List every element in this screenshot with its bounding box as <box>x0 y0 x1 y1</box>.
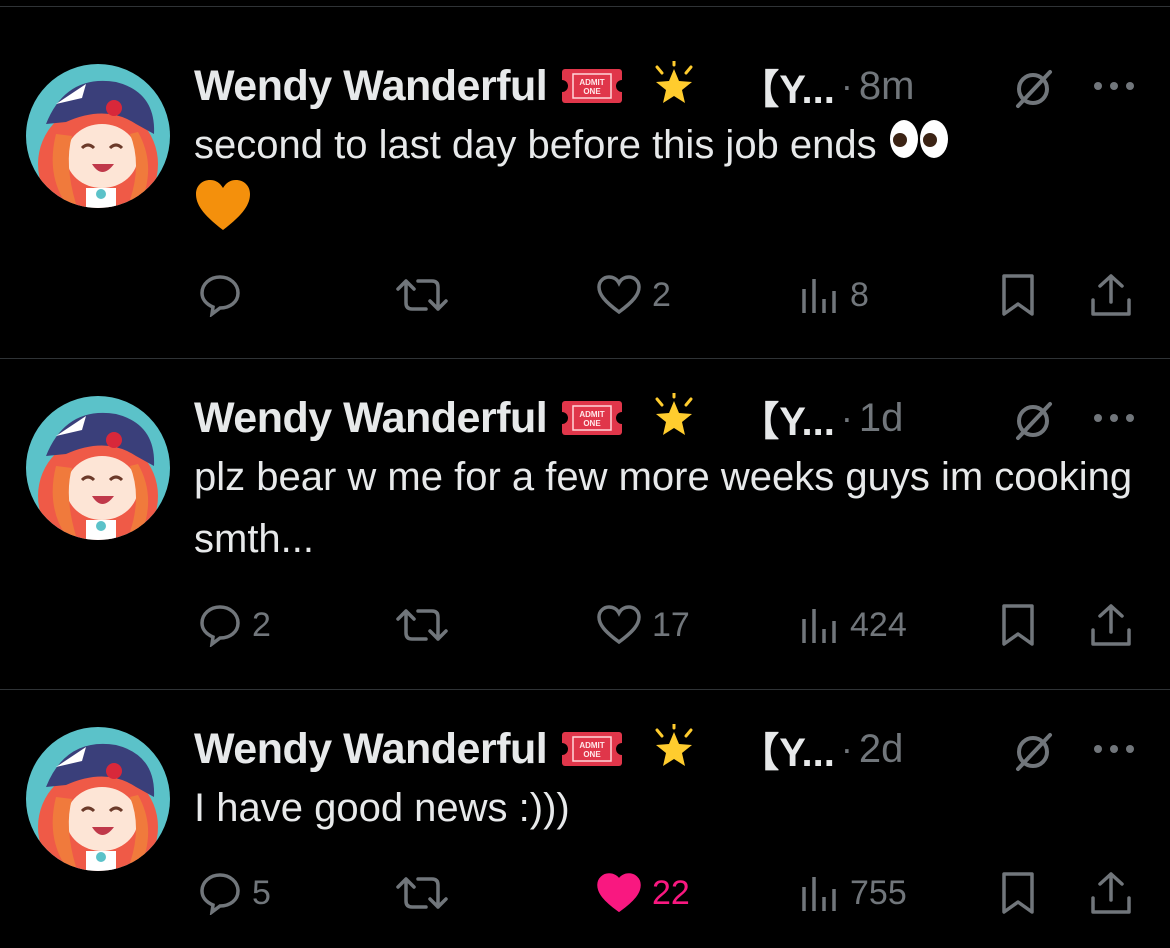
avatar[interactable] <box>26 396 170 540</box>
views-count: 424 <box>850 605 907 644</box>
reply-icon <box>200 605 240 647</box>
more-icon[interactable] <box>1090 406 1138 430</box>
views-icon <box>802 877 836 911</box>
bookmark-icon <box>1002 604 1034 646</box>
separator-dot: · <box>840 65 853 106</box>
retweet-icon <box>396 609 448 641</box>
svg-text:ONE: ONE <box>584 419 602 428</box>
retweet-icon <box>396 877 448 909</box>
bookmark-button[interactable] <box>998 865 1038 921</box>
like-icon-filled <box>597 873 641 913</box>
bookmark-button[interactable] <box>998 267 1038 323</box>
grok-icon[interactable] <box>1010 398 1056 444</box>
views-icon <box>802 609 836 643</box>
like-count: 2 <box>652 275 671 314</box>
like-button[interactable]: 17 <box>596 597 690 653</box>
share-icon <box>1091 872 1131 914</box>
reply-button[interactable]: 2 <box>198 597 271 653</box>
tweet-text: plz bear w me for a few more weeks guys … <box>194 455 1133 561</box>
timestamp[interactable]: 2d <box>859 727 904 772</box>
glowing-star-icon <box>649 61 699 111</box>
grok-icon[interactable] <box>1010 729 1056 775</box>
tweet-text-content: second to last day before this job ends <box>194 123 877 167</box>
svg-text:ADMIT: ADMIT <box>580 78 605 87</box>
more-icon[interactable] <box>1090 74 1138 98</box>
bookmark-button[interactable] <box>998 597 1038 653</box>
views-icon <box>802 279 836 313</box>
admit-one-ticket-icon: ADMIT ONE <box>561 399 624 437</box>
tweet-divider <box>0 358 1170 359</box>
display-name[interactable]: Wendy Wanderful <box>194 394 548 443</box>
tweet-divider <box>0 689 1170 690</box>
handle[interactable]: 【Y... <box>739 389 835 447</box>
retweet-icon <box>396 279 448 311</box>
display-name[interactable]: Wendy Wanderful <box>194 62 548 111</box>
bookmark-icon <box>1002 872 1034 914</box>
views-count: 755 <box>850 873 907 912</box>
timestamp[interactable]: 1d <box>859 396 904 441</box>
views-count: 8 <box>850 275 869 314</box>
handle[interactable]: 【Y... <box>739 720 835 778</box>
avatar[interactable] <box>26 727 170 871</box>
like-icon <box>597 275 641 315</box>
like-count: 17 <box>652 605 690 644</box>
avatar[interactable] <box>26 64 170 208</box>
reply-icon <box>200 873 240 915</box>
views-button[interactable]: 755 <box>800 865 907 921</box>
handle[interactable]: 【Y... <box>739 57 835 115</box>
grok-icon[interactable] <box>1010 66 1056 112</box>
share-button[interactable] <box>1088 267 1134 323</box>
views-button[interactable]: 424 <box>800 597 907 653</box>
retweet-button[interactable] <box>396 865 448 921</box>
views-button[interactable]: 8 <box>800 267 869 323</box>
display-name[interactable]: Wendy Wanderful <box>194 725 548 774</box>
retweet-button[interactable] <box>396 597 448 653</box>
share-icon <box>1091 274 1131 316</box>
timestamp[interactable]: 8m <box>859 64 915 109</box>
svg-text:ONE: ONE <box>584 87 602 96</box>
admit-one-ticket-icon: ADMIT ONE <box>561 67 624 105</box>
share-button[interactable] <box>1088 597 1134 653</box>
like-icon <box>597 605 641 645</box>
eyes-emoji <box>888 116 952 178</box>
orange-heart-emoji <box>194 178 252 250</box>
retweet-button[interactable] <box>396 267 448 323</box>
like-button[interactable]: 2 <box>596 267 671 323</box>
bookmark-icon <box>1002 274 1034 316</box>
like-button[interactable]: 22 <box>596 865 690 921</box>
svg-text:ADMIT: ADMIT <box>580 741 605 750</box>
separator-dot: · <box>840 728 853 769</box>
reply-icon <box>200 275 240 317</box>
share-button[interactable] <box>1088 865 1134 921</box>
reply-button[interactable]: 5 <box>198 865 271 921</box>
tweet-text: second to last day before this job ends <box>194 114 1144 250</box>
tweet-text: I have good news :))) <box>194 786 570 830</box>
admit-one-ticket-icon: ADMIT ONE <box>561 730 624 768</box>
svg-text:ADMIT: ADMIT <box>580 410 605 419</box>
top-divider <box>0 6 1170 7</box>
reply-button[interactable] <box>198 267 252 323</box>
reply-count: 2 <box>252 605 271 644</box>
reply-count: 5 <box>252 873 271 912</box>
separator-dot: · <box>840 397 853 438</box>
glowing-star-icon <box>649 393 699 443</box>
glowing-star-icon <box>649 724 699 774</box>
svg-text:ONE: ONE <box>584 750 602 759</box>
more-icon[interactable] <box>1090 737 1138 761</box>
like-count: 22 <box>652 873 690 912</box>
share-icon <box>1091 604 1131 646</box>
